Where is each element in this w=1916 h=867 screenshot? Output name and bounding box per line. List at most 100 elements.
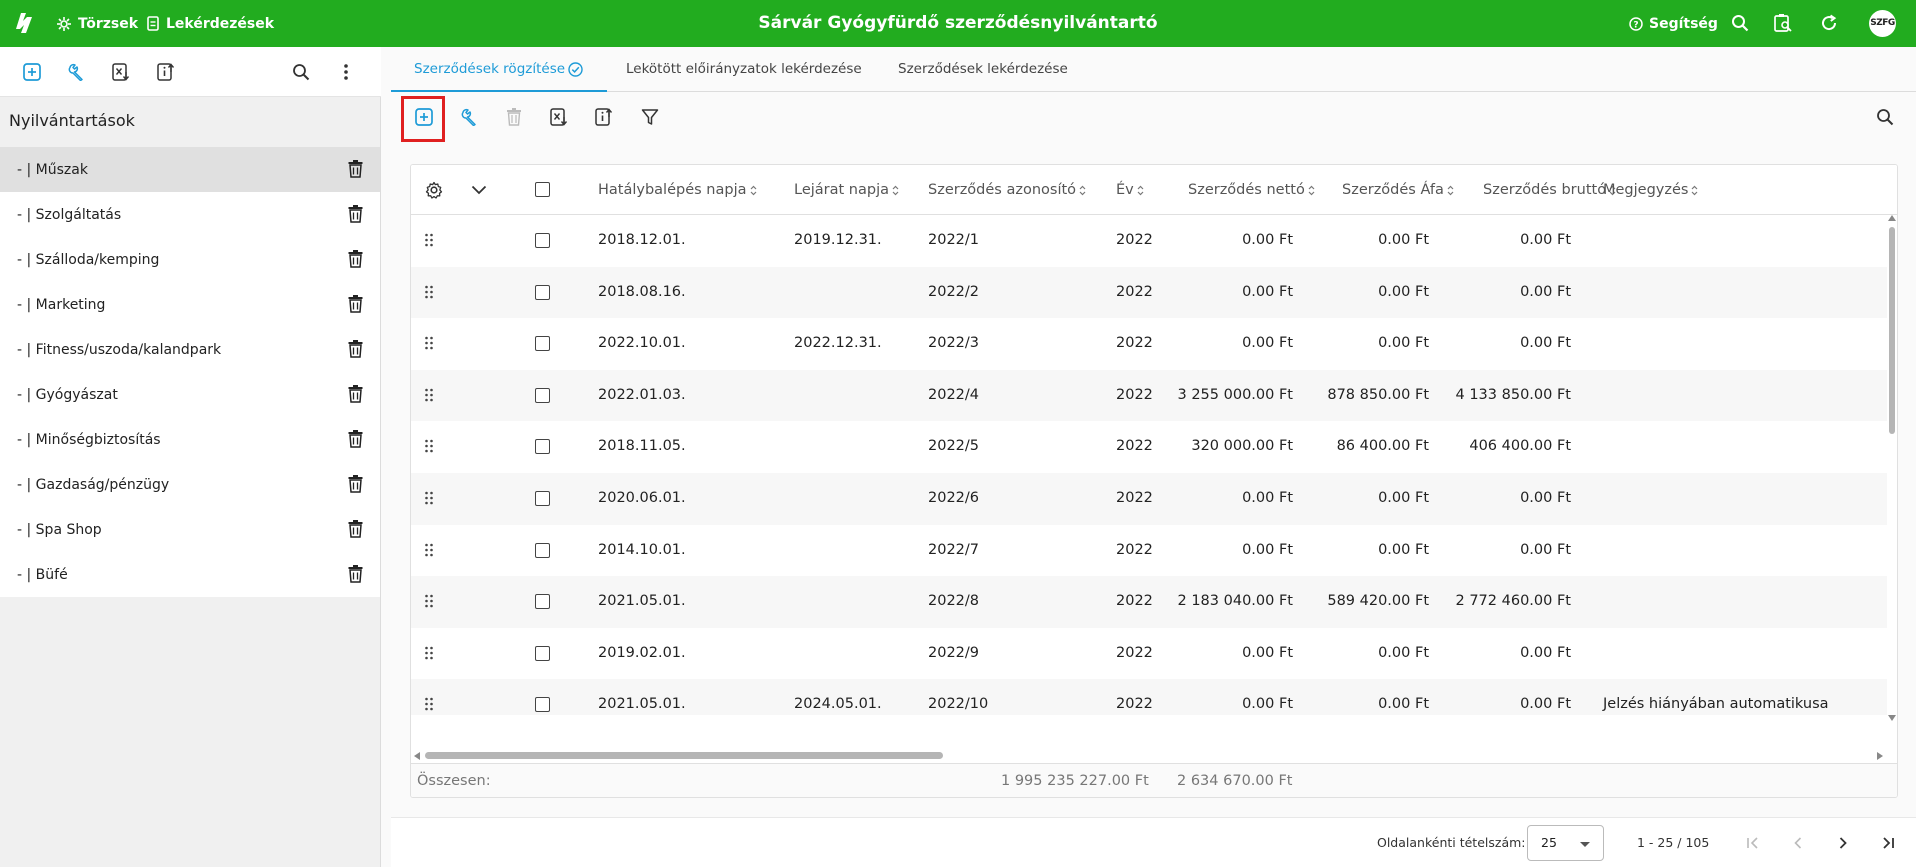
vertical-scroll-thumb[interactable] xyxy=(1889,227,1895,434)
trash-icon[interactable] xyxy=(348,475,363,493)
trash-icon[interactable] xyxy=(348,295,363,313)
info-export-icon[interactable] xyxy=(152,58,180,86)
wrench-icon[interactable] xyxy=(62,58,90,86)
sidebar-item[interactable]: - | Minőségbiztosítás xyxy=(0,417,380,462)
table-row[interactable]: 2019.02.01. 2022/9 2022 0.00 Ft 0.00 Ft 0.00 … xyxy=(411,628,1887,680)
more-vertical-icon[interactable] xyxy=(332,58,360,86)
row-checkbox[interactable] xyxy=(535,233,550,248)
column-header[interactable]: Év xyxy=(1116,165,1144,215)
row-checkbox[interactable] xyxy=(535,594,550,610)
tab-lekotott-eloiranyzatok[interactable]: Lekötött előirányzatok lekérdezése xyxy=(626,47,862,92)
trash-icon[interactable] xyxy=(348,430,363,448)
select-all-checkbox[interactable] xyxy=(535,182,550,197)
column-header[interactable]: Szerződés bruttó xyxy=(1483,165,1616,215)
add-icon[interactable] xyxy=(18,58,46,86)
table-row[interactable]: 2022.10.01. 2022.12.31. 2022/3 2022 0.00 Ft 0… xyxy=(411,318,1887,370)
trash-icon[interactable] xyxy=(348,565,363,583)
drag-handle-icon[interactable] xyxy=(425,439,433,453)
help-button[interactable]: ? Segítség xyxy=(1629,0,1718,47)
settings-gear-icon[interactable] xyxy=(420,176,448,204)
first-page-icon[interactable] xyxy=(1741,831,1765,855)
sidebar-item[interactable]: - | Marketing xyxy=(0,282,380,327)
sidebar-item[interactable]: - | Szolgáltatás xyxy=(0,192,380,237)
table-row[interactable]: 2018.12.01. 2019.12.31. 2022/1 2022 0.00 Ft 0… xyxy=(411,215,1887,267)
drag-handle-icon[interactable] xyxy=(425,388,433,402)
search-icon[interactable] xyxy=(1726,9,1754,37)
table-row[interactable]: 2014.10.01. 2022/7 2022 0.00 Ft 0.00 Ft 0.00 … xyxy=(411,525,1887,577)
drag-handle-icon[interactable] xyxy=(425,336,433,350)
row-checkbox[interactable] xyxy=(535,697,550,713)
column-header[interactable]: Megjegyzés xyxy=(1603,165,1698,215)
table-cell: 86 400.00 Ft xyxy=(1336,438,1429,455)
sidebar-item[interactable]: - | Műszak xyxy=(0,147,380,192)
drag-handle-icon[interactable] xyxy=(425,646,433,660)
per-page-select[interactable]: 25 xyxy=(1527,825,1604,861)
filter-icon[interactable] xyxy=(636,103,664,131)
clipboard-search-icon[interactable] xyxy=(1769,9,1797,37)
table-row[interactable]: 2021.05.01. 2022/8 2022 2 183 040.00 Ft 589 … xyxy=(411,576,1887,628)
column-header[interactable]: Szerződés azonosító xyxy=(928,165,1086,215)
row-checkbox[interactable] xyxy=(535,336,550,352)
horizontal-scrollbar[interactable] xyxy=(411,748,1887,762)
chevron-down-icon[interactable] xyxy=(465,176,493,204)
nav-torzsek[interactable]: Törzsek xyxy=(57,0,138,47)
column-header[interactable]: Hatálybalépés napja xyxy=(598,165,757,215)
column-header[interactable]: Lejárat napja xyxy=(794,165,899,215)
table-row[interactable]: 2022.01.03. 2022/4 2022 3 255 000.00 Ft 878 … xyxy=(411,369,1887,422)
horizontal-scroll-thumb[interactable] xyxy=(425,752,943,759)
column-header[interactable]: Szerződés nettó xyxy=(1188,165,1315,215)
drag-handle-icon[interactable] xyxy=(425,697,433,711)
table-row[interactable]: 2018.08.16. 2022/2 2022 0.00 Ft 0.00 Ft 0.00 … xyxy=(411,266,1887,319)
table-row[interactable]: 2020.06.01. 2022/6 2022 0.00 Ft 0.00 Ft 0.00 … xyxy=(411,473,1887,525)
trash-icon[interactable] xyxy=(348,160,363,178)
trash-icon[interactable] xyxy=(348,340,363,358)
drag-handle-icon[interactable] xyxy=(425,491,433,505)
row-checkbox[interactable] xyxy=(535,387,550,403)
trash-icon[interactable] xyxy=(348,205,363,223)
delete-icon[interactable] xyxy=(500,103,528,131)
trash-icon[interactable] xyxy=(348,520,363,538)
trash-icon[interactable] xyxy=(348,250,363,268)
last-page-icon[interactable] xyxy=(1876,831,1900,855)
drag-handle-icon[interactable] xyxy=(425,233,433,247)
sidebar-item[interactable]: - | Szálloda/kemping xyxy=(0,237,380,282)
table-row[interactable]: 2021.05.01. 2024.05.01. 2022/10 2022 0.00 Ft… xyxy=(411,679,1887,715)
table-cell: 3 255 000.00 Ft xyxy=(1177,386,1294,403)
row-checkbox[interactable] xyxy=(535,645,550,661)
row-checkbox[interactable] xyxy=(535,439,550,455)
sidebar-title: Nyilvántartások xyxy=(9,111,135,130)
drag-handle-icon[interactable] xyxy=(425,285,433,299)
row-checkbox[interactable] xyxy=(535,284,550,300)
previous-page-icon[interactable] xyxy=(1786,831,1810,855)
user-avatar[interactable]: SZFG xyxy=(1869,10,1896,37)
sidebar-item[interactable]: - | Spa Shop xyxy=(0,507,380,552)
refresh-icon[interactable] xyxy=(1815,9,1843,37)
sidebar-item[interactable]: - | Gyógyászat xyxy=(0,372,380,417)
row-checkbox[interactable] xyxy=(535,542,550,558)
table-cell: 2019.12.31. xyxy=(794,232,882,248)
tab-szerzodesek-rogzitese[interactable]: Szerződések rögzítése xyxy=(391,47,608,92)
search-icon[interactable] xyxy=(287,58,315,86)
drag-handle-icon[interactable] xyxy=(425,543,433,557)
tab-szerzodesek-lekerdezese[interactable]: Szerződések lekérdezése xyxy=(898,47,1068,92)
sidebar-item-label: - | Gazdaság/pénzügy xyxy=(17,476,170,493)
row-checkbox[interactable] xyxy=(535,491,550,506)
excel-export-icon[interactable] xyxy=(545,103,573,131)
sidebar-item[interactable]: - | Gazdaság/pénzügy xyxy=(0,462,380,507)
trash-icon[interactable] xyxy=(348,385,363,403)
sidebar-item[interactable]: - | Fitness/uszoda/kalandpark xyxy=(0,327,380,372)
app-logo-icon[interactable] xyxy=(16,12,36,34)
search-icon[interactable] xyxy=(1871,103,1899,131)
table-cell: 0.00 Ft xyxy=(1520,490,1571,506)
vertical-scrollbar[interactable] xyxy=(1887,215,1897,721)
wrench-icon[interactable] xyxy=(455,103,483,131)
drag-handle-icon[interactable] xyxy=(425,594,433,608)
sidebar-item[interactable]: - | Büfé xyxy=(0,552,380,597)
excel-export-icon[interactable] xyxy=(107,58,135,86)
table-row[interactable]: 2018.11.05. 2022/5 2022 320 000.00 Ft 86 400… xyxy=(411,421,1887,473)
column-header[interactable]: Szerződés Áfa xyxy=(1342,165,1454,215)
info-export-icon[interactable] xyxy=(590,103,618,131)
sidebar-item-label: - | Műszak xyxy=(17,161,88,178)
nav-lekerdezesek[interactable]: Lekérdezések xyxy=(147,0,274,47)
next-page-icon[interactable] xyxy=(1831,831,1855,855)
